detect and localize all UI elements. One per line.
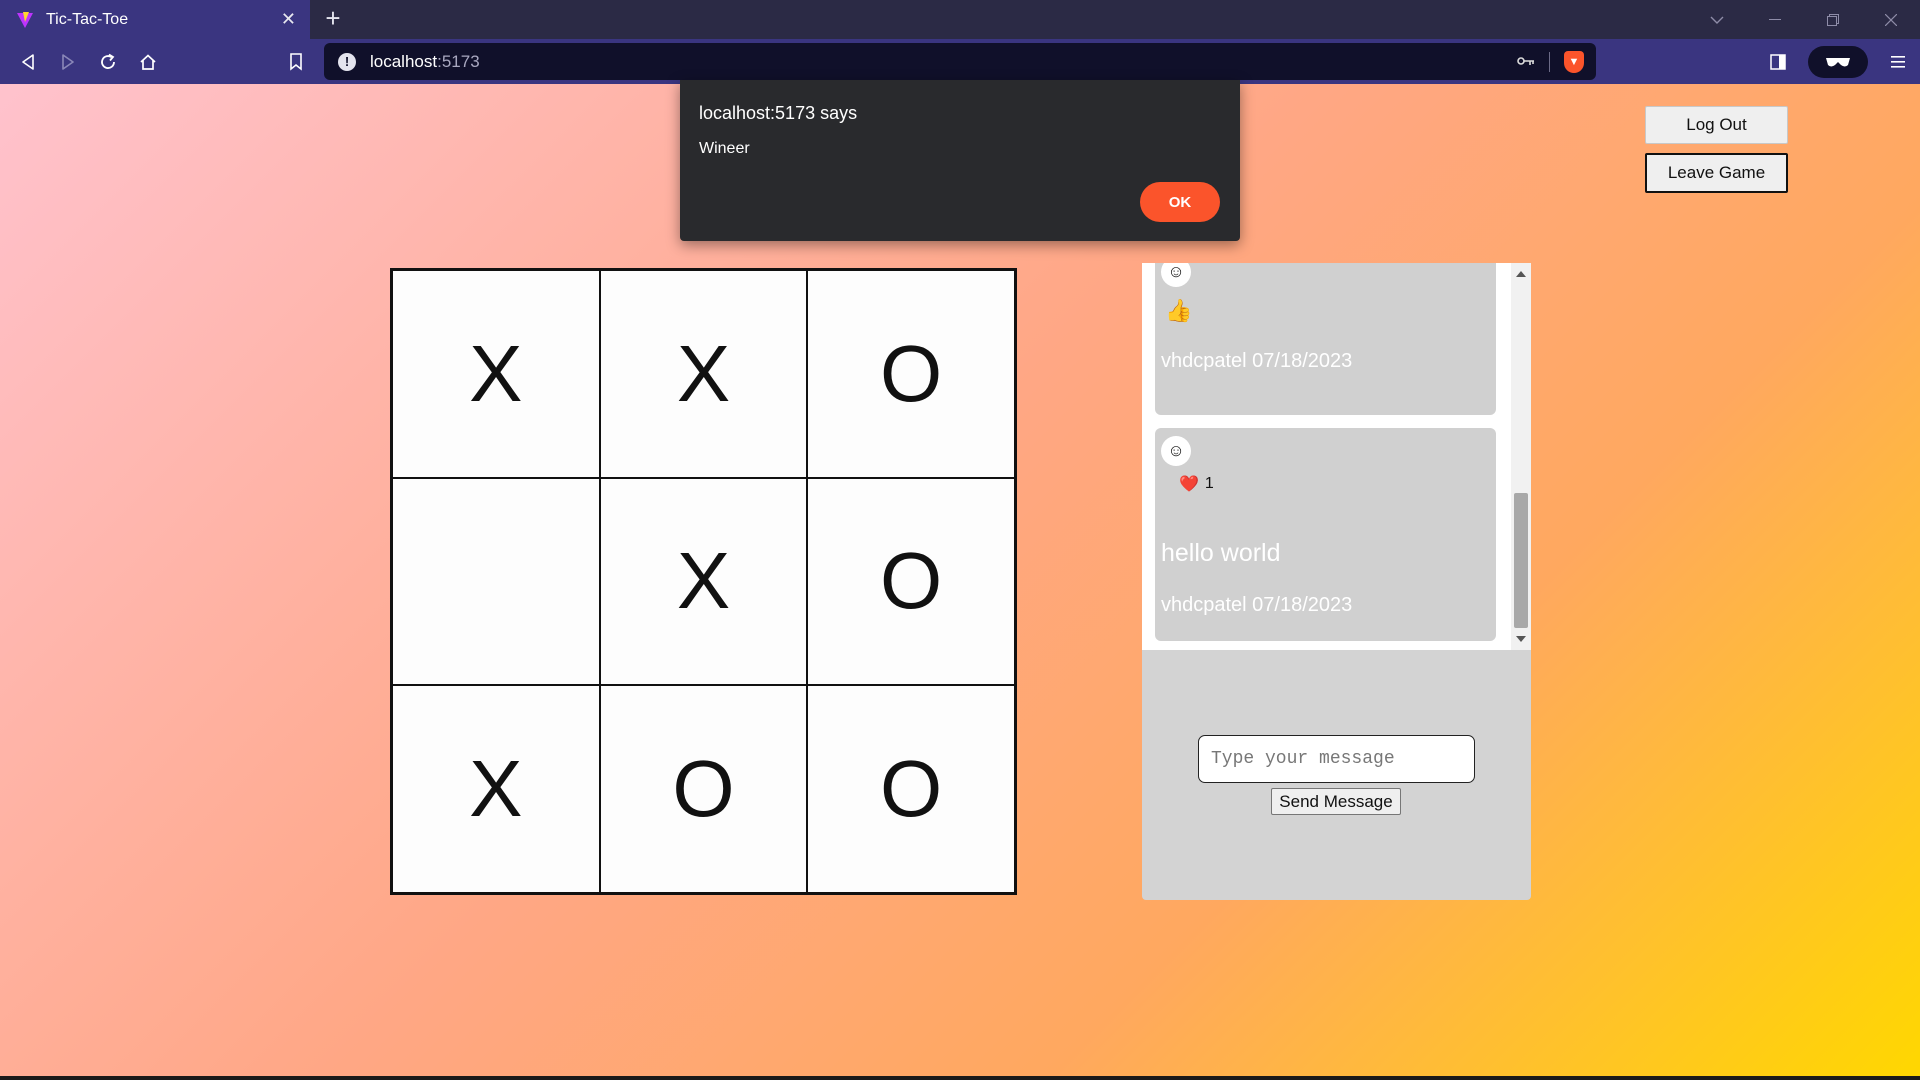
tic-tac-toe-board: X X O X O X O O (390, 268, 1017, 895)
sidebar-icon[interactable] (1756, 39, 1800, 84)
add-reaction-icon[interactable]: ☺ (1161, 263, 1191, 287)
key-icon[interactable] (1517, 53, 1535, 71)
browser-toolbar: ! localhost :5173 ▼ (0, 39, 1920, 84)
private-profile-icon[interactable] (1808, 45, 1868, 78)
menu-icon[interactable] (1876, 39, 1920, 84)
tab-search-chevron-icon[interactable] (1688, 0, 1746, 39)
bottom-edge (0, 1076, 1920, 1080)
reload-icon[interactable] (88, 42, 128, 82)
forward-icon[interactable] (48, 42, 88, 82)
minimize-icon[interactable] (1746, 0, 1804, 39)
message-meta: vhdcpatel 07/18/2023 (1161, 350, 1353, 372)
url-host: localhost (370, 51, 438, 71)
address-bar-actions: ▼ (1517, 43, 1584, 80)
close-window-icon[interactable] (1862, 0, 1920, 39)
message-meta: vhdcpatel 07/18/2023 (1161, 594, 1353, 616)
chat-scrollbar[interactable] (1511, 263, 1531, 650)
reaction-count: 1 (1204, 475, 1214, 492)
board-cell[interactable]: X (599, 477, 808, 686)
alert-message: Wineer (699, 140, 750, 157)
alert-ok-button[interactable]: OK (1140, 182, 1220, 222)
restore-icon[interactable] (1804, 0, 1862, 39)
board-cell[interactable] (392, 477, 600, 686)
tab-tic-tac-toe[interactable]: Tic-Tac-Toe ✕ (0, 0, 310, 39)
board-cell[interactable]: X (392, 685, 600, 893)
add-reaction-icon[interactable]: ☺ (1161, 436, 1191, 466)
board-cell[interactable]: X (599, 270, 808, 478)
leave-game-button[interactable]: Leave Game (1645, 153, 1788, 193)
board-cell[interactable]: O (599, 685, 808, 893)
home-icon[interactable] (128, 42, 168, 82)
chat-message-list: ☺ 👍 vhdcpatel 07/18/2023 ☺ ❤️ 1 hello wo… (1142, 263, 1531, 650)
tab-title: Tic-Tac-Toe (46, 10, 129, 28)
window-controls (1688, 0, 1920, 39)
board-cell[interactable]: X (392, 270, 600, 478)
scroll-down-arrow-icon[interactable] (1516, 636, 1526, 642)
toolbar-right (1756, 39, 1920, 84)
bookmark-icon[interactable] (276, 42, 316, 82)
url-port: :5173 (437, 51, 480, 71)
thumbs-up-reaction: 👍 (1165, 298, 1193, 323)
board-cell[interactable]: O (807, 477, 1015, 686)
divider (1549, 51, 1550, 72)
chat-message: ☺ 👍 vhdcpatel 07/18/2023 (1155, 263, 1496, 415)
site-info-icon[interactable]: ! (338, 52, 356, 71)
send-message-button[interactable]: Send Message (1271, 788, 1401, 815)
scroll-thumb[interactable] (1514, 493, 1528, 628)
board-cell[interactable]: O (807, 685, 1015, 893)
logout-button[interactable]: Log Out (1645, 106, 1788, 144)
back-icon[interactable] (8, 42, 48, 82)
message-text: hello world (1161, 539, 1281, 567)
chat-panel: ☺ 👍 vhdcpatel 07/18/2023 ☺ ❤️ 1 hello wo… (1142, 263, 1531, 900)
scroll-up-arrow-icon[interactable] (1516, 271, 1526, 277)
new-tab-button[interactable]: + (318, 4, 348, 34)
chat-message: ☺ ❤️ 1 hello world vhdcpatel 07/18/2023 (1155, 428, 1496, 641)
chat-message-input[interactable] (1198, 735, 1475, 783)
vite-favicon-icon (14, 9, 36, 31)
heart-icon: ❤️ (1179, 476, 1199, 493)
board-cell[interactable]: O (807, 270, 1015, 478)
brave-shields-icon[interactable]: ▼ (1564, 50, 1584, 73)
address-bar[interactable]: ! localhost :5173 ▼ (324, 43, 1596, 80)
alert-title: localhost:5173 says (699, 103, 858, 123)
tab-close-icon[interactable]: ✕ (281, 9, 296, 30)
reaction-heart[interactable]: ❤️ 1 (1179, 474, 1214, 494)
browser-titlebar: Tic-Tac-Toe ✕ + (0, 0, 1920, 39)
alert-dialog: localhost:5173 says Wineer OK (680, 80, 1240, 241)
